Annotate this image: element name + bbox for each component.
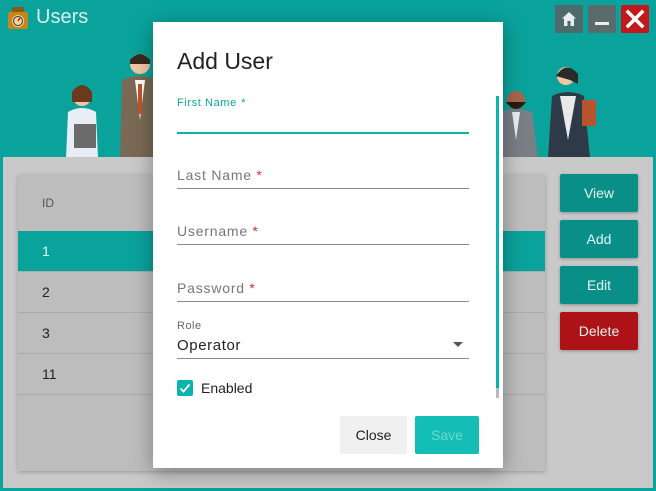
window-title: Users <box>36 6 89 28</box>
home-icon <box>562 12 576 26</box>
first-name-label: First Name <box>177 97 237 109</box>
last-name-field[interactable]: Last Name * <box>177 167 469 189</box>
add-button[interactable]: Add <box>560 220 638 258</box>
username-field[interactable]: Username * <box>177 223 469 245</box>
enabled-checkbox[interactable] <box>177 380 193 396</box>
dialog-scrollbar[interactable] <box>496 96 499 398</box>
first-name-field[interactable]: First Name * <box>177 93 469 134</box>
add-user-dialog: Add User First Name * Last Name * Userna… <box>153 22 503 468</box>
dialog-title: Add User <box>177 48 273 74</box>
home-button[interactable] <box>555 5 583 33</box>
edit-button[interactable]: Edit <box>560 266 638 304</box>
checkmark-icon <box>179 383 191 393</box>
cell-id: 1 <box>42 243 50 259</box>
dropdown-arrow-icon[interactable] <box>453 342 463 347</box>
required-mark: * <box>241 97 247 109</box>
close-button[interactable]: Close <box>340 416 407 454</box>
view-button[interactable]: View <box>560 174 638 212</box>
column-header-id: ID <box>42 196 54 210</box>
cell-id: 2 <box>42 284 50 300</box>
enabled-label: Enabled <box>201 380 253 396</box>
delete-button[interactable]: Delete <box>560 312 638 350</box>
first-name-underline <box>177 132 469 134</box>
role-label: Role <box>177 320 202 332</box>
last-name-label: Last Name <box>177 167 252 183</box>
close-icon <box>625 9 645 29</box>
password-field[interactable]: Password * <box>177 280 469 302</box>
cell-id: 11 <box>42 366 57 382</box>
password-underline <box>177 301 469 302</box>
minimize-icon <box>595 22 609 25</box>
save-button[interactable]: Save <box>415 416 479 454</box>
scale-app-icon <box>8 7 28 29</box>
required-mark: * <box>249 280 256 296</box>
username-underline <box>177 244 469 245</box>
password-label: Password <box>177 280 245 296</box>
required-mark: * <box>256 167 263 183</box>
username-label: Username <box>177 223 248 239</box>
dialog-scrollbar-end <box>496 388 499 398</box>
required-mark: * <box>252 223 259 239</box>
minimize-button[interactable] <box>588 5 616 33</box>
close-window-button[interactable] <box>621 5 649 33</box>
role-select[interactable]: Operator <box>177 337 241 354</box>
app-window: Users ID 1 2 3 11 View Add Edit Delete A… <box>0 0 656 491</box>
last-name-underline <box>177 188 469 189</box>
role-underline <box>177 358 469 359</box>
cell-id: 3 <box>42 325 50 341</box>
